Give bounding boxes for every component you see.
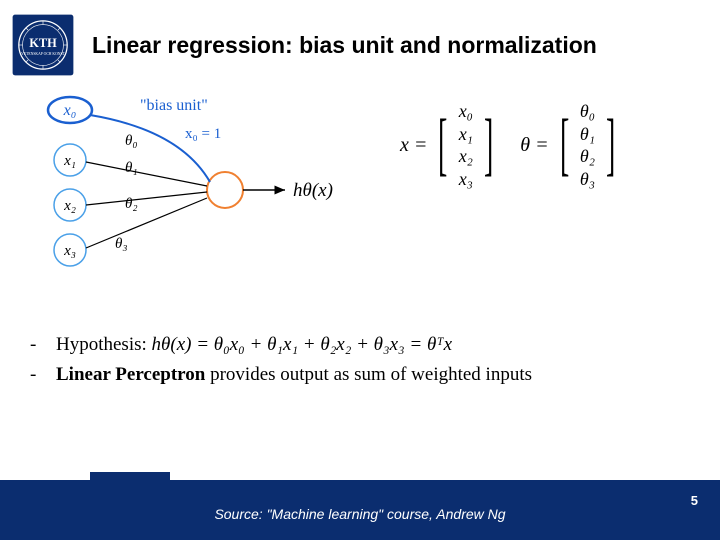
svg-text:x₂: x₂ [63,198,76,214]
svg-text:x₃: x₃ [63,243,76,259]
hypothesis-bullet: - Hypothesis: hθ(x) = θ₀x₀ + θ₁x₁ + θ₂x₂… [30,330,532,360]
x-vector: x = [ x₀ x₁ x₂ x₃ ] [400,100,500,190]
source-citation: Source: "Machine learning" course, Andre… [0,506,720,522]
svg-text:θ₁: θ₁ [125,160,138,176]
slide-header: KTH VETENSKAP OCH KONST Linear regressio… [0,0,720,84]
svg-text:"bias unit": "bias unit" [140,97,208,114]
svg-text:hθ(x): hθ(x) [293,180,333,201]
kth-logo: KTH VETENSKAP OCH KONST [12,14,74,76]
vector-definitions: x = [ x₀ x₁ x₂ x₃ ] θ = [ θ₀ θ₁ θ₂ θ₃ ] [400,100,680,190]
svg-text:θ₃: θ₃ [115,236,128,252]
theta-vector: θ = [ θ₀ θ₁ θ₂ θ₃ ] [520,100,622,190]
svg-text:x₁: x₁ [63,153,76,169]
hypothesis-equation: hθ(x) = θ₀x₀ + θ₁x₁ + θ₂x₂ + θ₃x₃ = θᵀx [152,334,453,355]
svg-text:θ₀: θ₀ [125,133,138,149]
svg-text:KTH: KTH [29,36,57,50]
perceptron-bullet: - Linear Perceptron provides output as s… [30,360,532,390]
svg-text:θ₂: θ₂ [125,196,138,212]
page-number: 5 [691,493,698,508]
svg-text:x₀: x₀ [63,102,77,119]
network-diagram: x₀ "bias unit" x₀ = 1 x₁ x₂ x₃ θ₀ θ₁ θ₂ … [30,90,360,290]
slide-footer: Source: "Machine learning" course, Andre… [0,466,720,540]
svg-text:x₀ = 1: x₀ = 1 [185,126,221,142]
bullet-list: - Hypothesis: hθ(x) = θ₀x₀ + θ₁x₁ + θ₂x₂… [30,330,532,391]
svg-text:VETENSKAP OCH KONST: VETENSKAP OCH KONST [21,52,65,56]
slide-title: Linear regression: bias unit and normali… [92,32,597,59]
